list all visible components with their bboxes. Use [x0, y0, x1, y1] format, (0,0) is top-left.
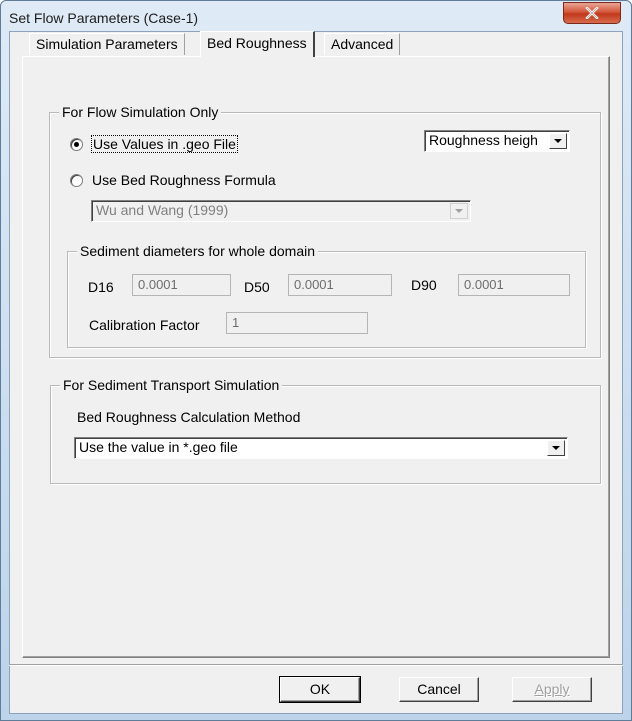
apply-button-label: Apply: [534, 681, 570, 697]
button-divider: [9, 664, 623, 666]
flow-group-title: For Flow Simulation Only: [59, 104, 222, 120]
roughness-type-dropdown-button[interactable]: [549, 133, 567, 149]
cancel-button[interactable]: Cancel: [399, 677, 479, 702]
tab-label: Advanced: [331, 36, 394, 52]
ok-button[interactable]: OK: [279, 676, 361, 703]
calculation-method-label: Bed Roughness Calculation Method: [77, 409, 301, 425]
window-title: Set Flow Parameters (Case-1): [9, 10, 199, 26]
calculation-method-dropdown-button[interactable]: [547, 440, 565, 456]
calculation-method-value: Use the value in *.geo file: [79, 439, 238, 455]
calibration-factor-field[interactable]: 1: [226, 312, 368, 334]
chevron-down-icon: [554, 139, 562, 143]
dialog-window: Set Flow Parameters (Case-1) Simulation …: [0, 0, 632, 721]
apply-button[interactable]: Apply: [512, 677, 592, 702]
formula-value: Wu and Wang (1999): [96, 202, 229, 218]
roughness-type-value: Roughness heigh: [429, 132, 538, 148]
chevron-down-icon: [455, 209, 463, 213]
use-geo-radio[interactable]: [70, 138, 83, 151]
roughness-type-select[interactable]: Roughness heigh: [424, 130, 570, 152]
d50-label: D50: [244, 279, 270, 295]
close-button[interactable]: [563, 2, 621, 24]
chevron-down-icon: [552, 446, 560, 450]
tab-bed-roughness[interactable]: Bed Roughness: [200, 31, 315, 57]
tab-advanced[interactable]: Advanced: [324, 33, 401, 55]
title-bar[interactable]: Set Flow Parameters (Case-1): [1, 1, 631, 31]
formula-dropdown-button[interactable]: [450, 203, 468, 219]
d16-field[interactable]: 0.0001: [132, 274, 231, 296]
sediment-transport-title: For Sediment Transport Simulation: [60, 377, 283, 393]
d90-field[interactable]: 0.0001: [458, 274, 570, 296]
d50-field[interactable]: 0.0001: [288, 274, 392, 296]
close-icon: [585, 7, 599, 19]
formula-select[interactable]: Wu and Wang (1999): [91, 200, 471, 222]
use-formula-radio[interactable]: [70, 174, 83, 187]
d90-label: D90: [411, 277, 437, 293]
use-formula-label[interactable]: Use Bed Roughness Formula: [92, 172, 276, 188]
tab-label: Bed Roughness: [207, 35, 307, 51]
d16-label: D16: [88, 279, 114, 295]
calibration-factor-label: Calibration Factor: [89, 317, 200, 333]
sediment-transport-group: [50, 385, 601, 484]
sediment-diameters-title: Sediment diameters for whole domain: [77, 243, 319, 259]
use-geo-label[interactable]: Use Values in .geo File: [91, 135, 238, 153]
tab-simulation-parameters[interactable]: Simulation Parameters: [29, 33, 185, 55]
tab-label: Simulation Parameters: [36, 36, 178, 52]
calculation-method-select[interactable]: Use the value in *.geo file: [74, 437, 568, 459]
